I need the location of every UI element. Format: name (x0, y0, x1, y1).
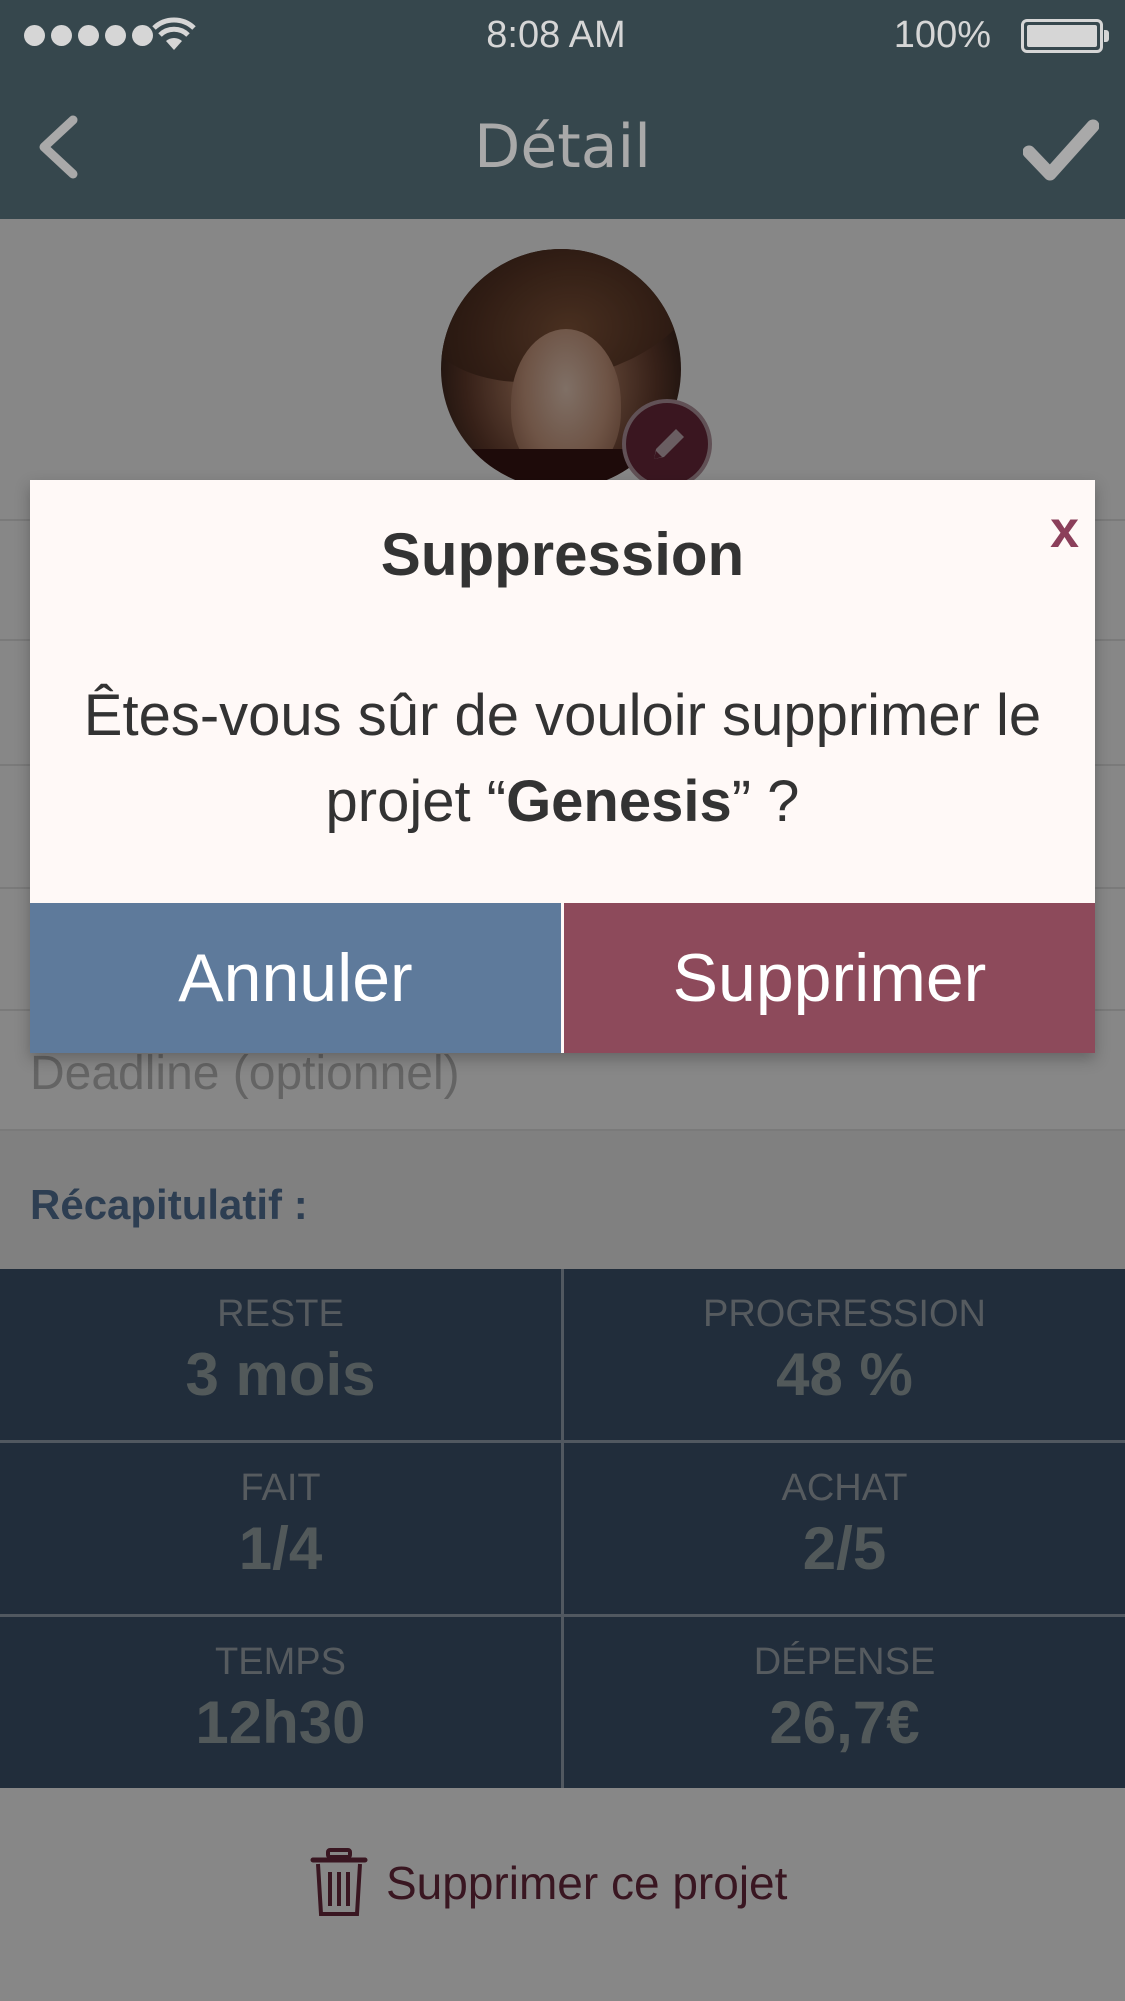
dialog-title: Suppression (380, 521, 745, 588)
message-suffix: ” ? (731, 769, 800, 834)
project-name: Genesis (506, 769, 732, 834)
status-bar: 8:08 AM 100% (0, 0, 1125, 72)
page-title: Détail (474, 112, 651, 182)
dialog-message: Êtes-vous sûr de vouloir supprimer le pr… (30, 673, 1095, 845)
nav-bar: Détail (0, 72, 1125, 219)
checkmark-icon[interactable] (1023, 118, 1099, 182)
battery-percent: 100% (893, 14, 991, 56)
cancel-button[interactable]: Annuler (30, 903, 561, 1053)
delete-confirmation-dialog: Suppression x Êtes-vous sûr de vouloir s… (30, 480, 1095, 1053)
close-icon[interactable]: x (1050, 500, 1079, 560)
confirm-delete-button[interactable]: Supprimer (564, 903, 1095, 1053)
dialog-buttons: Annuler Supprimer (30, 903, 1095, 1053)
battery-icon (1021, 19, 1109, 53)
